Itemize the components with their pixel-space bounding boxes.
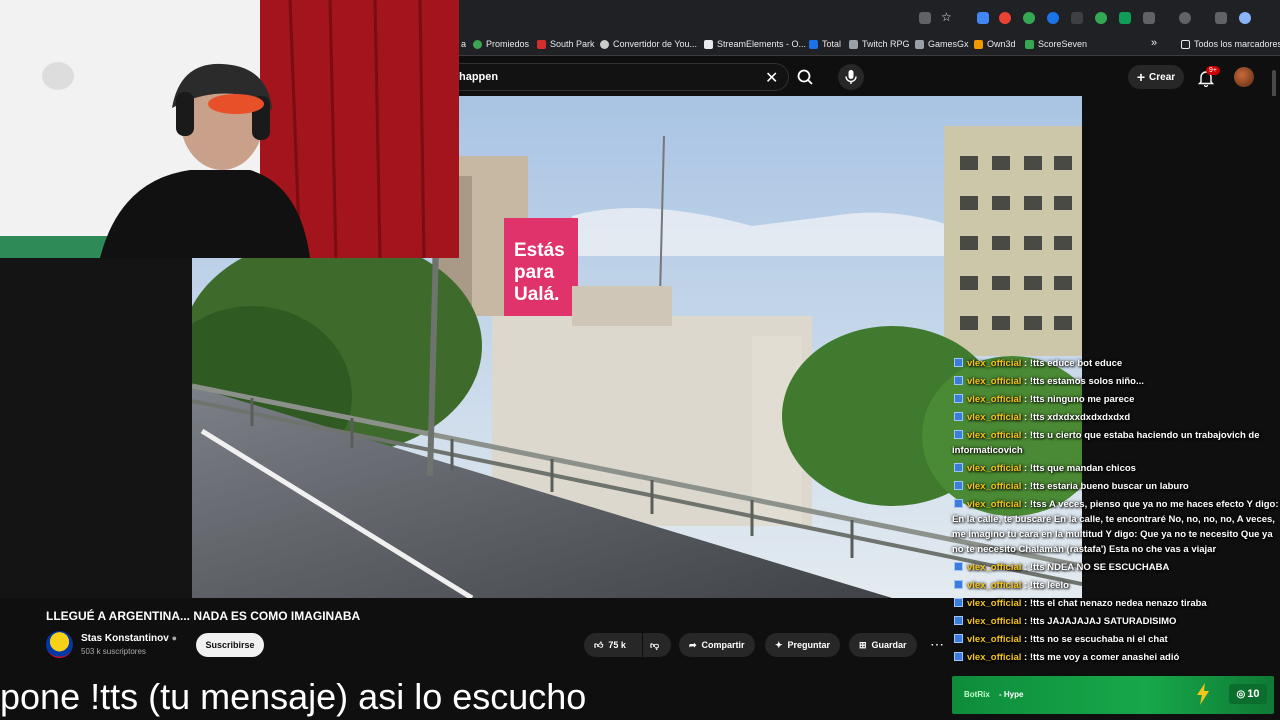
stream-overlay-caption: pone !tts (tu mensaje) asi lo escucho: [0, 676, 587, 717]
chat-message: vlex_official : !tts xdxdxxdxdxdxdxd: [952, 410, 1280, 425]
stream-chat-overlay: vlex_official : !tts educe bot educe vle…: [952, 356, 1280, 668]
video-side-area: [1082, 96, 1280, 358]
extension-chat-icon[interactable]: [1023, 12, 1035, 24]
history-icon[interactable]: [1179, 12, 1191, 24]
lightning-icon: [1196, 683, 1210, 705]
bookmarks-all-folder[interactable]: Todos los marcadores: [1181, 39, 1280, 49]
thumbs-down-icon: 👎︎: [650, 639, 660, 650]
verified-icon: ●: [171, 633, 178, 643]
chat-message: vlex_official : !tts JAJAJAJAJ SATURADIS…: [952, 614, 1280, 629]
extension-whatsapp-icon[interactable]: [1095, 12, 1107, 24]
bookmark-scoreseven[interactable]: ScoreSeven: [1025, 39, 1087, 49]
chat-message: vlex_official : !tts me voy a comer anas…: [952, 650, 1280, 665]
search-button[interactable]: [790, 63, 820, 91]
like-button[interactable]: 👍︎ 75 k: [584, 633, 642, 657]
share-arrow-icon: ➦: [689, 639, 697, 650]
more-actions-icon[interactable]: ⋯: [926, 633, 948, 657]
chat-message: vlex_official : !tts estamos solos niño.…: [952, 374, 1280, 389]
botrix-name: BotRix: [964, 690, 990, 699]
bookmark-star-icon[interactable]: ☆: [941, 10, 953, 24]
twitch-badge-icon: [954, 634, 963, 643]
bookmark-add-icon: ⊞: [859, 639, 867, 650]
voice-search-button[interactable]: [838, 64, 864, 90]
extension-counter-icon[interactable]: [1071, 12, 1083, 24]
subscriber-count: 503 k suscriptores: [81, 647, 146, 656]
bookmarks-bar: a Promiedos South Park Convertidor de Yo…: [459, 34, 1280, 56]
chat-message: vlex_official : !tts el chat nenazo nede…: [952, 596, 1280, 611]
botrix-hype-label: - Hype: [999, 690, 1024, 699]
twitch-badge-icon: [954, 412, 963, 421]
twitch-badge-icon: [954, 376, 963, 385]
webcam-overlay: [0, 0, 459, 258]
bookmark-own3d[interactable]: Own3d: [974, 39, 1016, 49]
bookmark-twitch-rpg[interactable]: Twitch RPG: [849, 39, 910, 49]
save-button[interactable]: ⊞ Guardar: [849, 633, 917, 657]
ask-button[interactable]: ✦ Preguntar: [765, 633, 841, 657]
video-title: LLEGUÉ A ARGENTINA... NADA ES COMO IMAGI…: [46, 609, 361, 623]
extensions-puzzle-icon[interactable]: [1143, 12, 1155, 24]
chat-message: vlex_official : !tts leelo: [952, 578, 1280, 593]
coin-icon: ◎: [1236, 688, 1246, 700]
bookmark-promiedos[interactable]: Promiedos: [473, 39, 529, 49]
browser-toolbar: ☆: [459, 0, 1280, 34]
bookmark-south-park[interactable]: South Park: [537, 39, 595, 49]
profile-icon[interactable]: [1239, 12, 1251, 24]
search-icon: [797, 69, 813, 85]
chat-message: vlex_official : !tts que mandan chicos: [952, 461, 1280, 476]
chat-message: vlex_official : !tts NDEA NO SE ESCUCHAB…: [952, 560, 1280, 575]
webcam-frame: [0, 0, 459, 258]
chat-message: vlex_official : !tts educe bot educe: [952, 356, 1280, 371]
clear-search-icon[interactable]: ✕: [765, 68, 778, 88]
chat-message: vlex_official : !tss A veces, pienso que…: [952, 499, 1279, 555]
bookmark-streamelements[interactable]: StreamElements - O...: [704, 39, 806, 49]
twitch-badge-icon: [954, 562, 963, 571]
reading-list-icon[interactable]: [1215, 12, 1227, 24]
account-avatar[interactable]: [1234, 67, 1254, 87]
create-button[interactable]: + Crear: [1128, 65, 1184, 89]
bookmark-item[interactable]: a: [461, 39, 466, 49]
microphone-icon: [845, 70, 857, 84]
notification-badge: 9+: [1206, 66, 1220, 75]
twitch-badge-icon: [954, 358, 963, 367]
thumbs-up-icon: 👍︎: [594, 639, 604, 650]
twitch-badge-icon: [954, 652, 963, 661]
bookmark-gamesgx[interactable]: GamesGx: [915, 39, 969, 49]
chat-message: vlex_official : !tts ninguno me parece: [952, 392, 1280, 407]
cast-icon[interactable]: [919, 12, 931, 24]
twitch-badge-icon: [954, 580, 963, 589]
twitch-badge-icon: [954, 616, 963, 625]
twitch-badge-icon: [954, 394, 963, 403]
chat-message: vlex_official : !tts u cierto que estaba…: [952, 430, 1260, 456]
bookmarks-overflow-chevron[interactable]: »: [1151, 37, 1157, 49]
channel-avatar[interactable]: [46, 631, 73, 658]
extension-blue-icon[interactable]: [1047, 12, 1059, 24]
extension-seven-icon[interactable]: [1119, 12, 1131, 24]
twitch-badge-icon: [954, 598, 963, 607]
subscribe-button[interactable]: Suscribirse: [196, 633, 264, 657]
twitch-badge-icon: [954, 499, 963, 508]
dislike-button[interactable]: 👎︎: [643, 633, 671, 657]
chat-message: vlex_official : !tts estaria bueno busca…: [952, 479, 1280, 494]
twitch-badge-icon: [954, 463, 963, 472]
search-query: happen: [459, 71, 499, 83]
twitch-badge-icon: [954, 430, 963, 439]
share-button[interactable]: ➦ Compartir: [679, 633, 755, 657]
billboard-text-3: Ualá.: [514, 284, 559, 305]
extension-translate-icon[interactable]: [977, 12, 989, 24]
bookmark-total[interactable]: Total: [809, 39, 841, 49]
bookmark-convertidor[interactable]: Convertidor de You...: [600, 39, 697, 49]
extension-record-icon[interactable]: [999, 12, 1011, 24]
search-input[interactable]: happen: [459, 63, 789, 91]
video-pillarbox-left: [0, 258, 192, 598]
chat-message: vlex_official : !tts no se escuchaba ni …: [952, 632, 1280, 647]
twitch-badge-icon: [954, 481, 963, 490]
billboard-text-1: Estás: [514, 240, 565, 261]
hype-counter: ◎ 10: [1229, 684, 1267, 704]
billboard-text-2: para: [514, 262, 555, 283]
plus-icon: +: [1136, 69, 1146, 85]
channel-name[interactable]: Stas Konstantinov ●: [81, 633, 177, 644]
sparkle-icon: ✦: [775, 639, 783, 650]
